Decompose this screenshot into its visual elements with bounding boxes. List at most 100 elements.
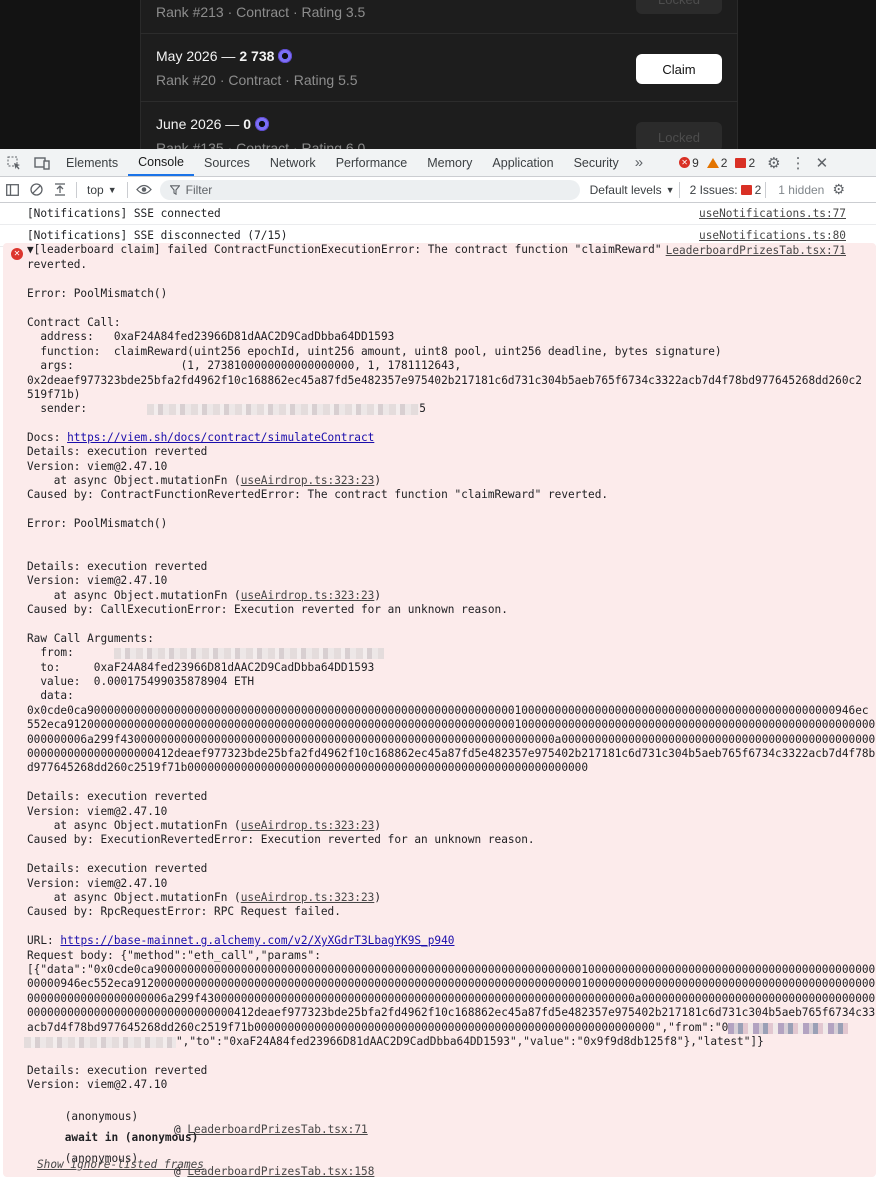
prize-month: May 2026 — — [156, 48, 236, 64]
stack-link[interactable]: useAirdrop.ts:323:23 — [241, 474, 375, 487]
request-body-line: acb7d4f78bd977645268dd260c2519f71b000000… — [27, 1021, 849, 1035]
issue-icon — [740, 184, 752, 195]
stack-link[interactable]: useAirdrop.ts:323:23 — [241, 891, 375, 904]
message-counts[interactable]: ✕ 9 2 2 — [679, 149, 755, 176]
source-link[interactable]: useNotifications.ts:80 — [699, 229, 846, 242]
tab-network[interactable]: Network — [260, 149, 326, 176]
tab-application[interactable]: Application — [482, 149, 563, 176]
frame-link[interactable]: LeaderboardPrizesTab.tsx:71 — [187, 1123, 367, 1136]
docs-link[interactable]: https://viem.sh/docs/contract/simulateCo… — [67, 431, 374, 444]
context-label: top — [87, 182, 104, 197]
row-divider — [140, 101, 738, 102]
eye-icon[interactable] — [132, 184, 156, 195]
data-line: 0000000000000000000412deaef977323bde25bf… — [27, 747, 876, 760]
error-icon: ✕ — [11, 248, 23, 260]
warning-count: 2 — [706, 156, 727, 170]
context-selector[interactable]: top ▼ — [81, 183, 123, 197]
tab-elements[interactable]: Elements — [56, 149, 128, 176]
frame-link[interactable]: LeaderboardPrizesTab.tsx:158 — [187, 1165, 374, 1178]
error-line: Contract Call: — [27, 316, 121, 329]
more-options-icon[interactable]: ⋮ — [791, 154, 806, 172]
stack-text: at async Object.mutationFn ( — [27, 474, 241, 487]
error-line: Details: execution reverted — [27, 1064, 208, 1077]
tab-security[interactable]: Security — [564, 149, 629, 176]
warning-icon — [706, 157, 719, 168]
levels-label: Default levels — [589, 182, 662, 197]
source-link[interactable]: useNotifications.ts:77 — [699, 207, 846, 220]
error-line: Error: PoolMismatch() — [27, 287, 168, 300]
sender-label: sender: — [27, 402, 114, 415]
from-line: from: — [27, 646, 384, 660]
tab-console[interactable]: Console — [128, 149, 194, 176]
error-line: Caused by: CallExecutionError: Execution… — [27, 603, 508, 616]
device-toolbar-icon[interactable] — [28, 149, 56, 176]
stack-line: at async Object.mutationFn (useAirdrop.t… — [27, 891, 381, 905]
stack-line: at async Object.mutationFn (useAirdrop.t… — [27, 589, 381, 603]
devtools-tabbar: Elements Console Sources Network Perform… — [0, 149, 876, 177]
error-line: Details: execution reverted — [27, 560, 208, 573]
error-line: function: claimReward(uint256 epochId, u… — [27, 345, 722, 358]
error-count-value: 9 — [692, 155, 699, 170]
locked-button[interactable]: Locked — [636, 122, 722, 149]
error-line: args: (1, 2738100000000000000000, 1, 178… — [27, 359, 462, 372]
redacted-address — [728, 1022, 849, 1034]
error-header[interactable]: ▼[leaderboard claim] failed ContractFunc… — [27, 243, 662, 257]
stack-link[interactable]: useAirdrop.ts:323:23 — [241, 589, 375, 602]
app-viewport: Rank #213 · Contract · Rating 3.5 Locked… — [0, 0, 876, 149]
toolbar-separator — [765, 181, 767, 198]
issue-icon — [735, 157, 747, 168]
from-label: from: — [27, 646, 74, 659]
tab-performance[interactable]: Performance — [326, 149, 418, 176]
stack-text: at async Object.mutationFn ( — [27, 891, 241, 904]
claim-button[interactable]: Claim — [636, 54, 722, 84]
error-line: Details: execution reverted — [27, 790, 208, 803]
data-line: 000000006a299f43000000000000000000000000… — [27, 733, 876, 746]
log-message: [Notifications] SSE connected useNotific… — [0, 203, 876, 225]
toolbar-separator — [678, 181, 680, 198]
issues-button[interactable]: 2 Issues: 2 — [690, 183, 762, 197]
toolbar-separator — [126, 181, 128, 198]
console-settings-gear-icon[interactable]: ⚙ — [832, 181, 845, 198]
error-line: value: 0.000175499035878904 ETH — [27, 675, 255, 688]
error-line: to: 0xaF24A84fed23966D81dAAC2D9CadDbba64… — [27, 661, 375, 674]
error-line: Caused by: ExecutionRevertedError: Execu… — [27, 833, 535, 846]
source-link[interactable]: LeaderboardPrizesTab.tsx:71 — [666, 244, 846, 257]
error-line: reverted. — [27, 258, 88, 271]
error-icon: ✕ — [679, 157, 691, 168]
prize-row-1: Rank #213 · Contract · Rating 3.5 Locked — [156, 0, 722, 20]
request-body-text: acb7d4f78bd977645268dd260c2519f71b000000… — [27, 1021, 729, 1034]
frame-location: @ LeaderboardPrizesTab.tsx:71 — [174, 1123, 368, 1136]
console-toolbar: top ▼ Filter Default levels ▼ 2 Issues: … — [0, 177, 876, 203]
error-line: 519f71b) — [27, 388, 81, 401]
console-messages: [Notifications] SSE connected useNotific… — [0, 203, 876, 1180]
stack-text: at async Object.mutationFn ( — [27, 589, 241, 602]
tab-memory[interactable]: Memory — [417, 149, 482, 176]
log-levels-dropdown[interactable]: Default levels ▼ — [590, 183, 675, 197]
inspect-element-icon[interactable] — [0, 149, 28, 176]
chevron-down-icon: ▼ — [665, 184, 675, 195]
clear-console-icon[interactable] — [24, 183, 48, 196]
issues-label: 2 Issues: — [689, 182, 738, 197]
close-devtools-icon[interactable]: ✕ — [816, 154, 829, 172]
tab-sources[interactable]: Sources — [194, 149, 260, 176]
locked-button[interactable]: Locked — [636, 0, 722, 14]
prize-row-3: June 2026 — 0 Rank #135 · Contract · Rat… — [156, 116, 722, 149]
stack-text: ) — [374, 819, 382, 832]
request-body-line: ","to":"0xaF24A84fed23966D81dAAC2D9CadDb… — [24, 1035, 764, 1049]
url-line: URL: https://base-mainnet.g.alchemy.com/… — [27, 934, 454, 948]
prize-amount: 0 — [243, 116, 252, 132]
request-body-line: 00000946ec552eca912000000000000000000000… — [27, 977, 876, 990]
filter-input[interactable]: Filter — [159, 179, 580, 200]
redacted-address — [24, 1036, 176, 1048]
settings-gear-icon[interactable]: ⚙ — [767, 154, 780, 172]
sidebar-toggle-icon[interactable] — [0, 183, 24, 196]
stack-link[interactable]: useAirdrop.ts:323:23 — [241, 819, 375, 832]
filter-icon — [169, 184, 180, 195]
create-live-expression-icon[interactable] — [48, 183, 72, 196]
more-tabs-icon[interactable]: » — [629, 149, 649, 176]
sender-line: sender: 5 — [27, 402, 426, 416]
show-ignore-listed-frames-link[interactable]: Show ignore-listed frames — [37, 1158, 204, 1171]
request-body-line: Request body: {"method":"eth_call","para… — [27, 949, 321, 962]
data-line: 0x0cde0ca9000000000000000000000000000000… — [27, 704, 869, 717]
rpc-url-link[interactable]: https://base-mainnet.g.alchemy.com/v2/Xy… — [60, 934, 454, 947]
